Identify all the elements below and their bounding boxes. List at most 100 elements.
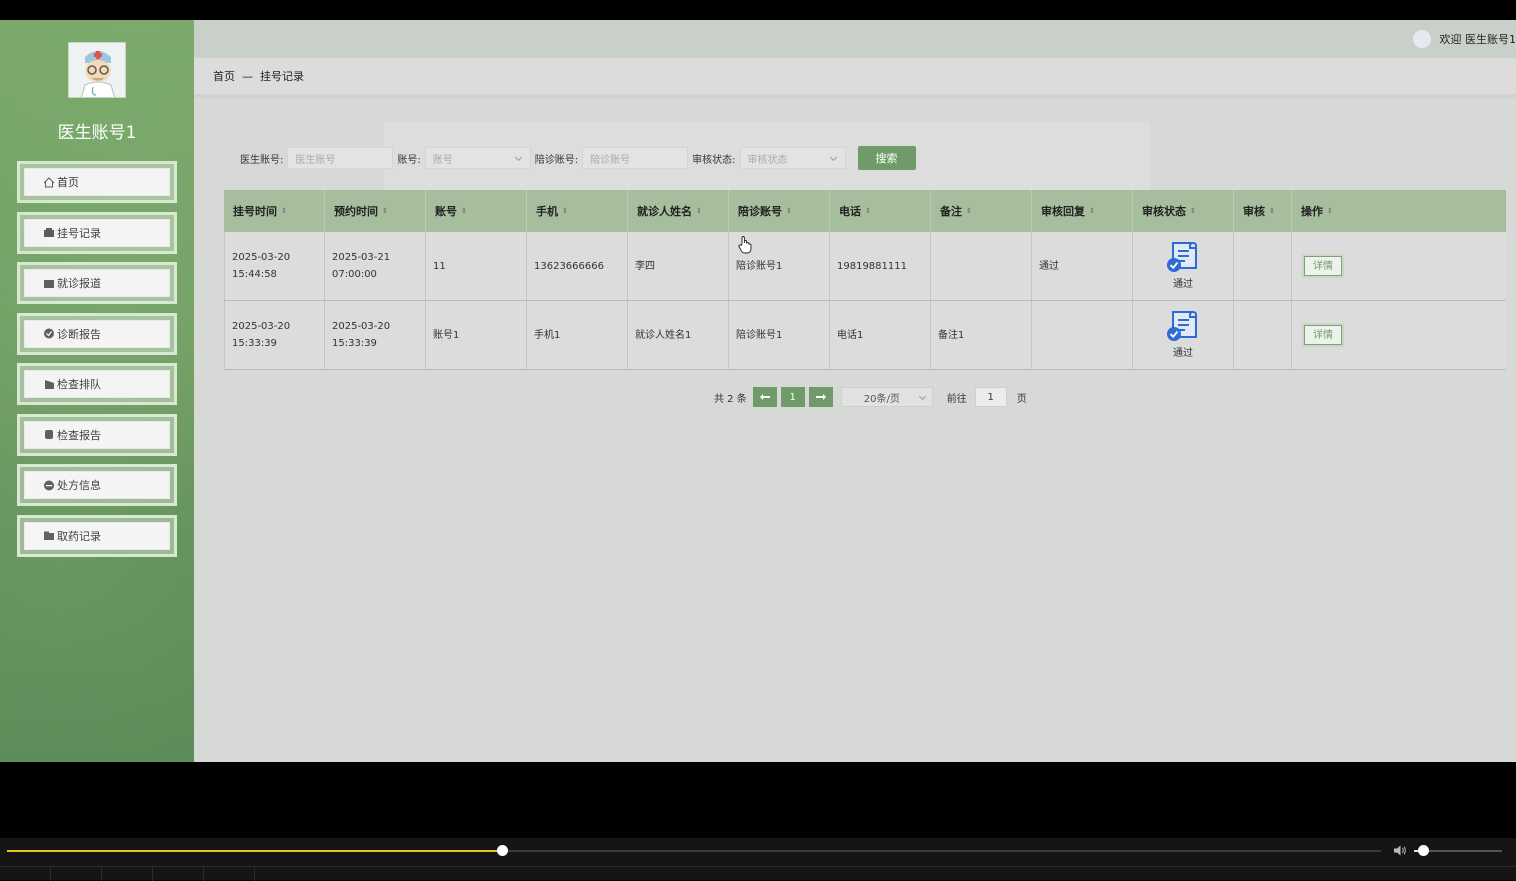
sidebar-user-name: 医生账号1	[0, 118, 194, 143]
sidebar-item-register-records[interactable]: 挂号记录	[17, 212, 177, 254]
column-header[interactable]: 电话⇕	[830, 190, 931, 232]
sort-icon: ⇕	[865, 207, 871, 215]
next-page-button[interactable]	[809, 387, 833, 407]
column-header[interactable]: 就诊人姓名⇕	[628, 190, 729, 232]
account-label: 账号:	[397, 151, 420, 166]
welcome-user[interactable]: 欢迎 医生账号1	[1412, 28, 1516, 50]
search-button[interactable]: 搜索	[858, 146, 916, 170]
cell-reply	[1032, 301, 1133, 369]
sort-icon: ⇕	[1190, 207, 1196, 215]
approved-document-icon	[1165, 240, 1201, 274]
column-header[interactable]: 审核⇕	[1234, 190, 1292, 232]
cell-patient: 就诊人姓名1	[628, 301, 729, 369]
user-avatar-icon	[1412, 29, 1432, 49]
cell-action: 详情	[1292, 232, 1506, 300]
goto-label: 前往	[947, 390, 967, 405]
sidebar-item-label: 检查报告	[57, 427, 101, 443]
sidebar-item-checkin[interactable]: 就诊报道	[17, 262, 177, 304]
content-panel: 医生账号: 医生账号 账号: 账号 陪诊账号: 陪诊账号 审核状态: 审核状态 …	[194, 102, 1516, 762]
diagnosis-icon	[43, 328, 55, 339]
queue-icon	[43, 379, 55, 390]
video-bottom-strip	[0, 866, 1516, 880]
page-number-button[interactable]: 1	[781, 387, 805, 407]
prescription-icon	[43, 480, 55, 491]
report-icon	[43, 429, 55, 440]
breadcrumb-home[interactable]: 首页	[213, 68, 235, 84]
column-header[interactable]: 手机⇕	[527, 190, 628, 232]
column-header[interactable]: 审核状态⇕	[1133, 190, 1234, 232]
sidebar-item-home[interactable]: 首页	[17, 161, 177, 203]
video-progress-fill	[7, 850, 502, 852]
sidebar-item-medicine-records[interactable]: 取药记录	[17, 515, 177, 557]
status-text: 通过	[1173, 276, 1193, 293]
main-area: 欢迎 医生账号1 首页 — 挂号记录 医生账号: 医生账号 账号: 账号 陪诊账…	[194, 20, 1516, 762]
doctor-account-input[interactable]: 医生账号	[287, 147, 393, 169]
sort-icon: ⇕	[281, 207, 287, 215]
sort-icon: ⇕	[562, 207, 568, 215]
doctor-account-label: 医生账号:	[240, 151, 283, 166]
sort-icon: ⇕	[696, 207, 702, 215]
cell-remark: 备注1	[931, 301, 1032, 369]
sidebar-item-label: 就诊报道	[57, 275, 101, 291]
volume-icon[interactable]	[1393, 844, 1407, 857]
video-progress-handle[interactable]	[497, 845, 508, 856]
sidebar-item-queue[interactable]: 检查排队	[17, 363, 177, 405]
detail-button[interactable]: 详情	[1304, 256, 1342, 276]
sidebar-item-label: 处方信息	[57, 477, 101, 493]
column-header[interactable]: 账号⇕	[426, 190, 527, 232]
page-size-select[interactable]: 20条/页	[841, 387, 933, 407]
breadcrumb-separator: —	[242, 70, 253, 83]
sidebar: 医生账号1 首页 挂号记录 就诊报道	[0, 20, 194, 762]
hand-cursor-icon	[738, 236, 752, 254]
cell-status: 通过	[1133, 232, 1234, 300]
detail-button[interactable]: 详情	[1304, 325, 1342, 345]
video-player-bar	[0, 838, 1516, 880]
column-header[interactable]: 挂号时间⇕	[224, 190, 325, 232]
goto-page-input[interactable]: 1	[975, 387, 1007, 407]
sidebar-item-exam-report[interactable]: 检查报告	[17, 414, 177, 456]
pagination: 共 2 条 1 20条/页 前往 1 页	[714, 386, 1027, 408]
review-status-select[interactable]: 审核状态	[740, 147, 846, 169]
register-icon	[43, 227, 55, 238]
cell-review	[1234, 232, 1292, 300]
sort-icon: ⇕	[1089, 207, 1095, 215]
column-header[interactable]: 预约时间⇕	[325, 190, 426, 232]
screen: 医生账号1 首页 挂号记录 就诊报道	[0, 0, 1516, 880]
approved-document-icon	[1165, 309, 1201, 343]
sort-icon: ⇕	[382, 207, 388, 215]
volume-track[interactable]	[1414, 850, 1502, 852]
cell-companion: 陪诊账号1	[729, 301, 830, 369]
video-progress-track[interactable]	[7, 850, 1381, 852]
cell-remark	[931, 232, 1032, 300]
cell-reg-time: 2025-03-20 15:33:39	[224, 301, 325, 369]
column-header[interactable]: 操作⇕	[1292, 190, 1506, 232]
column-header[interactable]: 陪诊账号⇕	[729, 190, 830, 232]
column-header[interactable]: 备注⇕	[931, 190, 1032, 232]
cell-account: 账号1	[426, 301, 527, 369]
companion-account-input[interactable]: 陪诊账号	[582, 147, 688, 169]
cell-tel: 电话1	[830, 301, 931, 369]
top-header: 欢迎 医生账号1	[194, 20, 1516, 58]
companion-account-label: 陪诊账号:	[535, 151, 578, 166]
breadcrumb-current: 挂号记录	[260, 68, 304, 84]
cell-phone: 手机1	[527, 301, 628, 369]
prev-page-button[interactable]	[753, 387, 777, 407]
table-row: 2025-03-20 15:33:39 2025-03-20 15:33:39 …	[224, 301, 1506, 370]
sort-icon: ⇕	[1327, 207, 1333, 215]
sort-icon: ⇕	[461, 207, 467, 215]
welcome-text: 欢迎 医生账号1	[1440, 31, 1516, 47]
column-header[interactable]: 审核回复⇕	[1032, 190, 1133, 232]
sidebar-item-diagnosis[interactable]: 诊断报告	[17, 313, 177, 355]
sidebar-item-prescription[interactable]: 处方信息	[17, 464, 177, 506]
top-black-bar	[0, 0, 1516, 20]
sidebar-item-label: 取药记录	[57, 528, 101, 544]
sidebar-item-label: 首页	[57, 174, 79, 190]
cell-reply: 通过	[1032, 232, 1133, 300]
cell-review	[1234, 301, 1292, 369]
cell-patient: 李四	[628, 232, 729, 300]
account-select[interactable]: 账号	[425, 147, 531, 169]
medicine-icon	[43, 530, 55, 541]
volume-handle[interactable]	[1418, 845, 1429, 856]
sort-icon: ⇕	[966, 207, 972, 215]
status-text: 通过	[1173, 345, 1193, 362]
